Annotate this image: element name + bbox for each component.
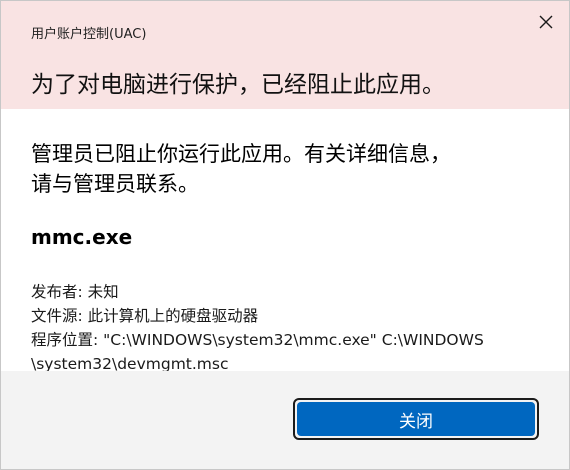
app-name: mmc.exe <box>31 225 133 249</box>
program-location-line-1: 程序位置: "C:\WINDOWS\system32\mmc.exe" C:\W… <box>31 331 484 349</box>
window-title: 用户账户控制(UAC) <box>31 27 147 42</box>
admin-blocked-message: 管理员已阻止你运行此应用。有关详细信息，请与管理员联系。 <box>31 142 451 196</box>
close-window-button[interactable] <box>531 7 561 37</box>
app-details: 发布者: 未知 文件源: 此计算机上的硬盘驱动器 程序位置: "C:\WINDO… <box>31 280 531 376</box>
publisher-info: 发布者: 未知 <box>31 283 119 301</box>
close-icon <box>539 15 553 29</box>
uac-dialog: 用户账户控制(UAC) 为了对电脑进行保护，已经阻止此应用。 管理员已阻止你运行… <box>0 0 570 470</box>
dialog-content: 管理员已阻止你运行此应用。有关详细信息，请与管理员联系。 mmc.exe 发布者… <box>1 109 569 373</box>
blocked-headline: 为了对电脑进行保护，已经阻止此应用。 <box>31 72 445 98</box>
dialog-header: 用户账户控制(UAC) 为了对电脑进行保护，已经阻止此应用。 <box>1 1 569 109</box>
dialog-footer: 关闭 <box>1 371 569 469</box>
file-source-info: 文件源: 此计算机上的硬盘驱动器 <box>31 307 259 325</box>
close-button[interactable]: 关闭 <box>297 402 535 436</box>
close-button-focus-ring: 关闭 <box>293 398 539 440</box>
